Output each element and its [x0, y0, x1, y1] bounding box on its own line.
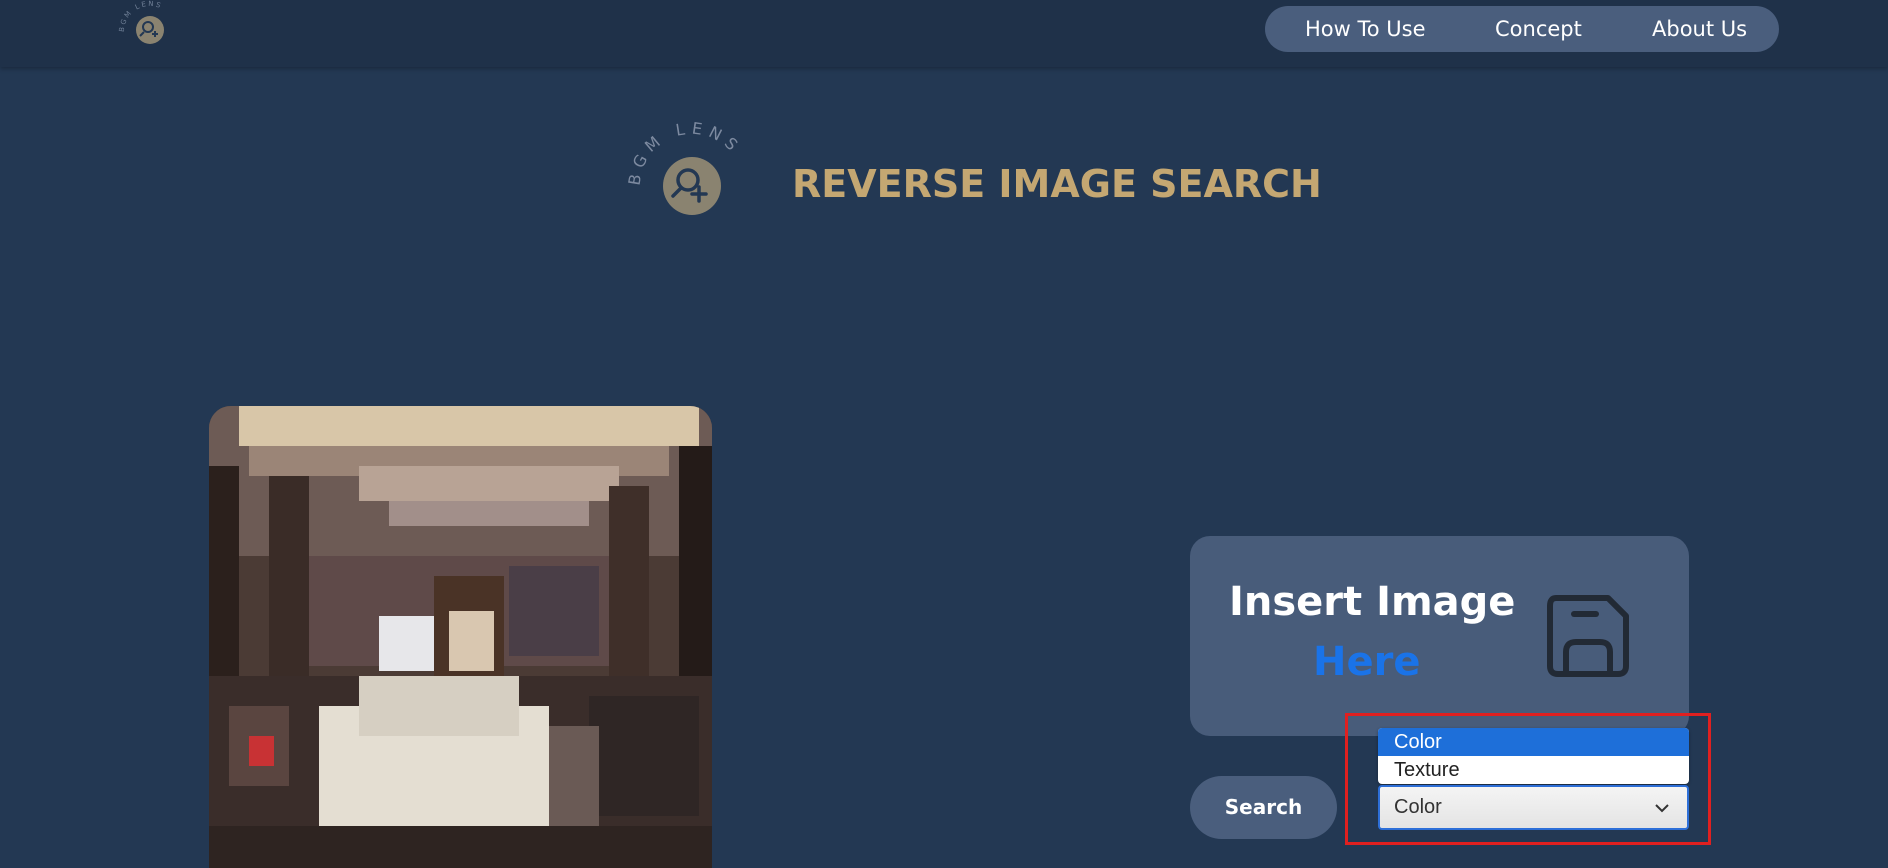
bgm-lens-logo: BGM LENS — [628, 122, 740, 215]
feature-select-value: Color — [1394, 796, 1442, 818]
nav-about-us[interactable]: About Us — [1652, 6, 1747, 52]
insert-image-title: Insert Image — [1229, 579, 1516, 625]
uploaded-image-preview — [209, 406, 712, 868]
feature-dropdown-options: Color Texture — [1378, 728, 1689, 784]
nav-concept[interactable]: Concept — [1495, 6, 1582, 52]
feature-select[interactable]: Color — [1378, 785, 1689, 830]
nav-pill: How To Use Concept About Us — [1265, 6, 1779, 52]
insert-image-here-link[interactable]: Here — [1313, 639, 1420, 685]
option-color[interactable]: Color — [1378, 728, 1689, 756]
chevron-down-icon — [1655, 804, 1669, 813]
save-icon — [1547, 595, 1629, 677]
page-title: REVERSE IMAGE SEARCH — [792, 162, 1322, 206]
top-navbar: BGM LENS How To Use Concept About Us — [0, 0, 1888, 67]
insert-image-dropzone[interactable]: Insert Image Here — [1190, 536, 1689, 736]
option-texture[interactable]: Texture — [1378, 756, 1689, 784]
search-button[interactable]: Search — [1190, 776, 1337, 839]
nav-how-to-use[interactable]: How To Use — [1305, 6, 1426, 52]
bgm-lens-small-logo[interactable]: BGM LENS — [118, 0, 182, 64]
